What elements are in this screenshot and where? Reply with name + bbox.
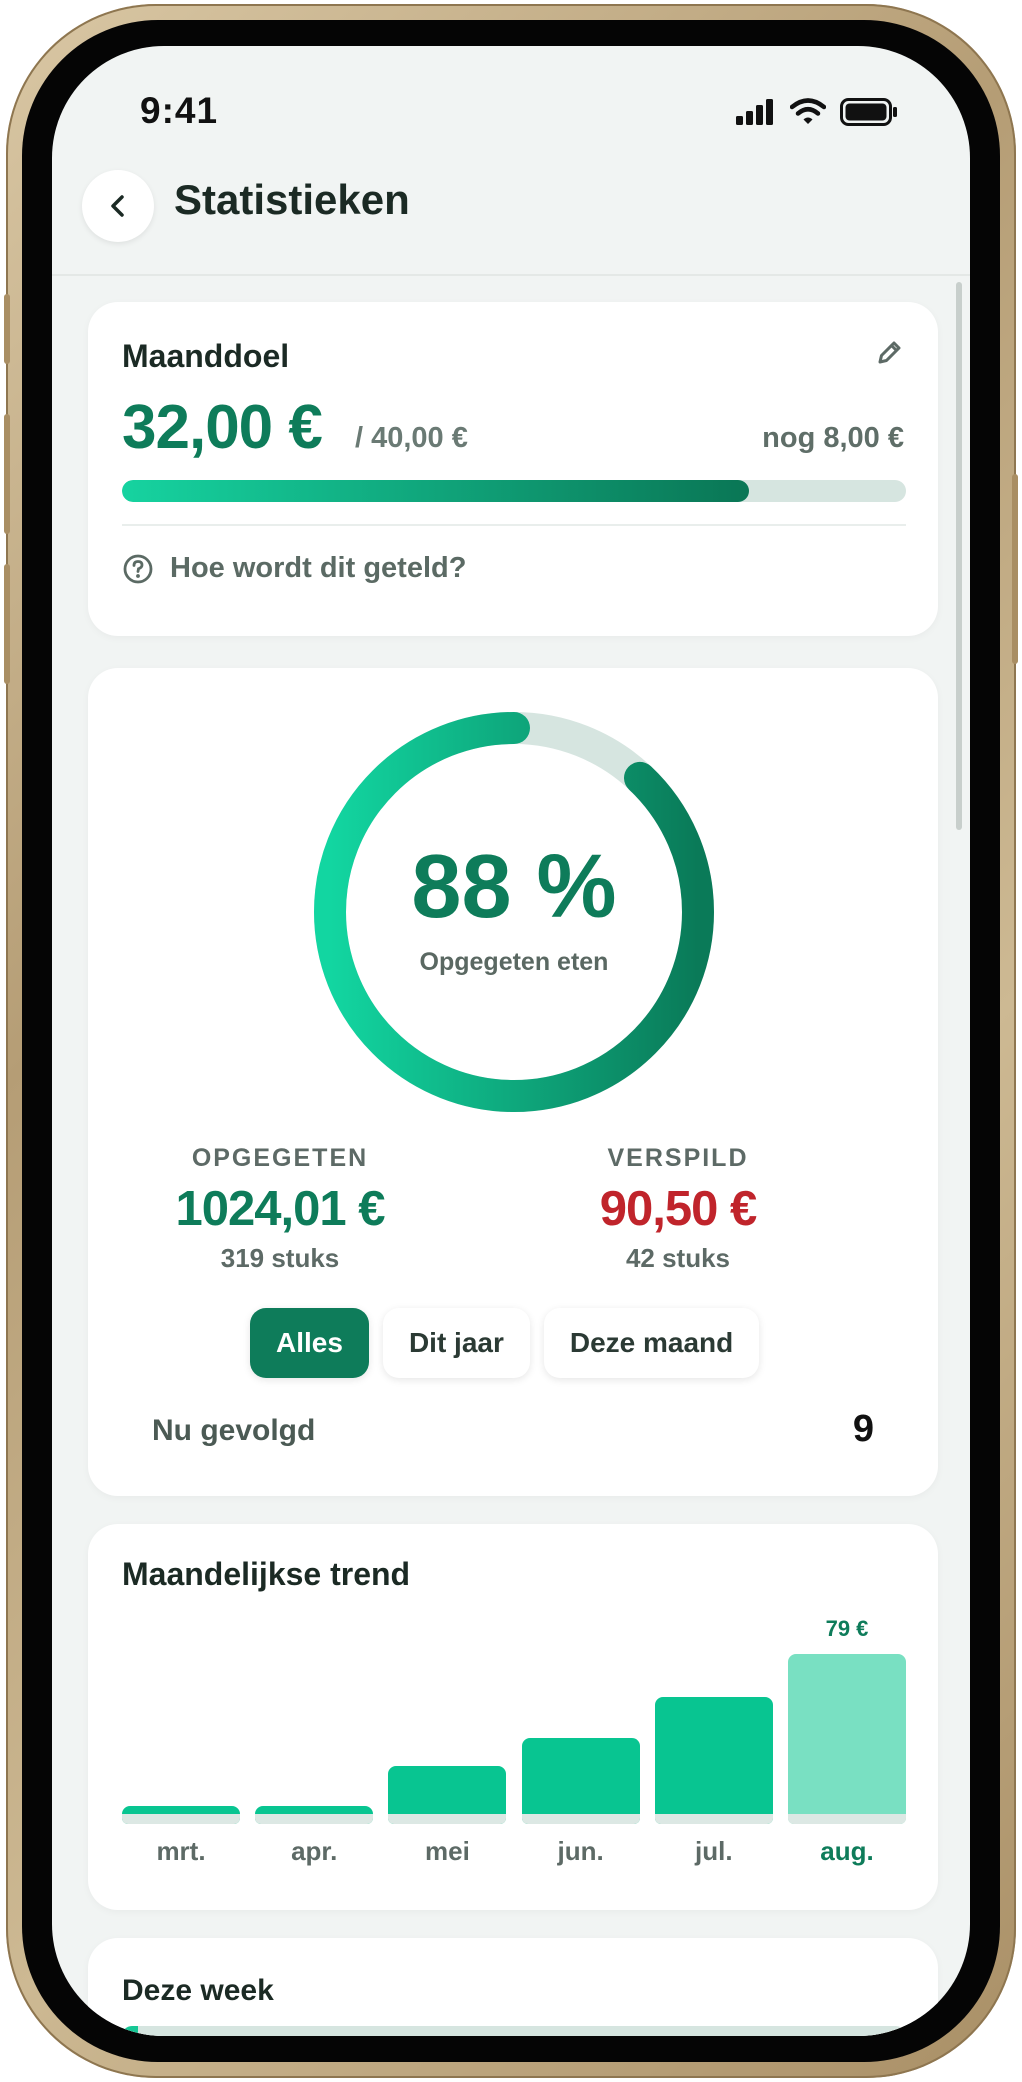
trend-month-labels: mrt. apr. mei jun. jul. aug. bbox=[122, 1836, 906, 1876]
goal-title: Maanddoel bbox=[122, 338, 290, 374]
summary-card: 88 % Opgegeten eten OPGEGETEN 1024,01 € … bbox=[88, 668, 938, 1496]
mute-switch bbox=[4, 294, 10, 364]
trend-bar-base bbox=[654, 1814, 773, 1824]
back-button[interactable] bbox=[82, 170, 154, 242]
trend-bar-slot bbox=[388, 1614, 507, 1824]
chevron-left-icon bbox=[111, 195, 124, 217]
status-icons bbox=[736, 98, 898, 126]
trend-bar-slot bbox=[122, 1614, 240, 1824]
edit-goal-button[interactable] bbox=[874, 336, 906, 373]
filter-this-year[interactable]: Dit jaar bbox=[382, 1308, 530, 1378]
filter-this-month[interactable]: Deze maand bbox=[543, 1308, 760, 1378]
week-progress-fill bbox=[122, 2026, 138, 2036]
scrollbar[interactable] bbox=[956, 282, 962, 830]
trend-bar[interactable] bbox=[122, 1806, 240, 1824]
volume-up-button bbox=[4, 414, 10, 534]
help-link[interactable]: Hoe wordt dit geteld? bbox=[122, 552, 466, 585]
trend-bar-slot bbox=[521, 1614, 640, 1824]
status-time: 9:41 bbox=[140, 90, 219, 131]
wasted-count: 42 stuks bbox=[625, 1243, 731, 1273]
eaten-stat: OPGEGETEN 1024,01 € 319 stuks bbox=[120, 1144, 440, 1274]
monthly-trend-card: Maandelijkse trend 79 € mrt. apr. mei jun. j… bbox=[88, 1524, 938, 1910]
trend-bar-base bbox=[122, 1814, 240, 1824]
trend-month-label: aug. bbox=[820, 1836, 874, 1866]
battery-icon bbox=[840, 98, 897, 126]
period-filter: Alles Dit jaar Deze maand bbox=[250, 1308, 760, 1378]
goal-target: / 40,00 € bbox=[355, 422, 468, 454]
this-week-card: Deze week bbox=[88, 1938, 938, 2036]
trend-bar[interactable] bbox=[255, 1806, 374, 1824]
eaten-label: OPGEGETEN bbox=[191, 1144, 369, 1172]
help-text: Hoe wordt dit geteld? bbox=[170, 552, 467, 584]
power-button bbox=[1012, 474, 1018, 664]
trend-month-label: mei bbox=[424, 1836, 470, 1866]
goal-progress-bar bbox=[122, 480, 906, 502]
screen: 9:41 Statistieken Maanddoel 32,00 € / 40… bbox=[52, 46, 970, 2036]
trend-bars: 79 € bbox=[122, 1614, 906, 1824]
goal-progress-fill bbox=[122, 480, 750, 502]
ring-value: 88 % bbox=[411, 837, 617, 937]
trend-month-label: jul. bbox=[695, 1836, 733, 1866]
trend-bar[interactable] bbox=[388, 1765, 507, 1824]
trend-bar-slot bbox=[654, 1614, 773, 1824]
filter-all[interactable]: Alles bbox=[250, 1308, 369, 1378]
wasted-stat: VERSPILD 90,50 € 42 stuks bbox=[518, 1144, 838, 1274]
trend-bar[interactable] bbox=[654, 1697, 773, 1824]
goal-amount: 32,00 € bbox=[122, 393, 323, 462]
week-title: Deze week bbox=[122, 1974, 274, 2007]
eaten-count: 319 stuks bbox=[220, 1243, 340, 1273]
ring-label: Opgegeten eten bbox=[419, 948, 609, 976]
trend-bar-slot: 79 € bbox=[788, 1614, 906, 1824]
tracked-value: 9 bbox=[852, 1408, 874, 1450]
eaten-ring-chart: 88 % Opgegeten eten bbox=[310, 708, 718, 1116]
monthly-goal-card: Maanddoel 32,00 € / 40,00 € nog 8,00 € H… bbox=[88, 302, 938, 636]
trend-bar-value-label: 79 € bbox=[825, 1616, 869, 1641]
eaten-amount: 1024,01 € bbox=[175, 1182, 386, 1236]
page-title: Statistieken bbox=[174, 176, 410, 223]
trend-month-label: mrt. bbox=[156, 1836, 206, 1866]
question-circle-icon bbox=[123, 554, 153, 583]
week-progress-bar bbox=[122, 2026, 906, 2036]
trend-bar-base bbox=[521, 1814, 640, 1824]
header: Statistieken bbox=[52, 166, 970, 276]
signal-icon bbox=[736, 99, 773, 125]
trend-bar-base bbox=[388, 1814, 507, 1824]
wasted-label: VERSPILD bbox=[607, 1144, 749, 1172]
trend-bar-slot bbox=[255, 1614, 374, 1824]
trend-bar[interactable] bbox=[788, 1654, 906, 1824]
wifi-icon bbox=[790, 98, 826, 124]
trend-month-label: jun. bbox=[557, 1836, 604, 1866]
divider bbox=[122, 524, 906, 526]
pencil-icon bbox=[878, 341, 901, 364]
volume-down-button bbox=[4, 564, 10, 684]
trend-bar-base bbox=[788, 1814, 906, 1824]
trend-bar[interactable] bbox=[521, 1737, 640, 1824]
trend-bar-base bbox=[255, 1814, 374, 1824]
trend-title: Maandelijkse trend bbox=[122, 1556, 411, 1592]
tracked-label: Nu gevolgd bbox=[152, 1414, 316, 1447]
status-bar: 9:41 bbox=[52, 46, 970, 156]
wasted-amount: 90,50 € bbox=[599, 1182, 758, 1236]
trend-month-label: apr. bbox=[291, 1836, 338, 1866]
goal-remaining: nog 8,00 € bbox=[762, 422, 904, 454]
